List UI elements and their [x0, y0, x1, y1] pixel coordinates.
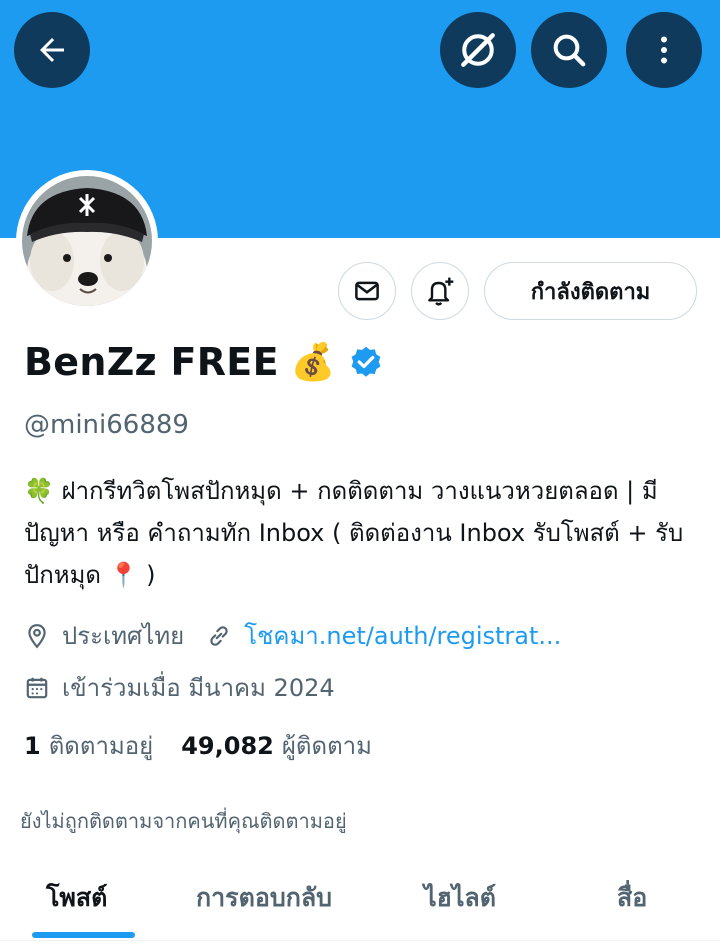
profile-bio: 🍀 ฝากรีทวิตโพสปักหมุด + กดติดตาม วางแนวห… — [24, 477, 684, 589]
profile-stats: 1 ติดตามอยู่ 49,082 ผู้ติดตาม — [24, 726, 372, 765]
active-tab-indicator — [32, 932, 135, 938]
followers-count: 49,082 — [181, 731, 274, 760]
profile-joined-row: เข้าร่วมเมื่อ มีนาคม 2024 — [24, 668, 335, 707]
followers-label: ผู้ติดตาม — [281, 732, 372, 760]
calendar-icon — [24, 675, 50, 701]
more-vertical-icon — [661, 36, 667, 64]
link-icon — [206, 623, 232, 649]
tab-highlights[interactable]: ไฮไลต์ — [424, 878, 496, 918]
back-arrow-icon — [40, 38, 64, 62]
back-button[interactable] — [14, 12, 90, 88]
notifications-button[interactable] — [411, 262, 469, 320]
search-icon — [553, 34, 586, 67]
display-name: BenZz FREE — [24, 340, 279, 384]
search-button[interactable] — [531, 12, 607, 88]
avatar[interactable] — [22, 176, 152, 306]
followers-stat[interactable]: 49,082 ผู้ติดตาม — [181, 726, 372, 765]
grok-button[interactable] — [440, 12, 516, 88]
message-button[interactable] — [338, 262, 396, 320]
grok-icon — [461, 33, 495, 67]
following-stat[interactable]: 1 ติดตามอยู่ — [24, 726, 153, 765]
money-bag-emoji: 💰 — [290, 342, 336, 383]
tab-replies[interactable]: การตอบกลับ — [196, 878, 332, 918]
following-label: ติดตามอยู่ — [48, 732, 154, 760]
verified-badge-icon[interactable] — [348, 344, 384, 380]
profile-website-link[interactable]: โชคมา.net/auth/registrat... — [244, 616, 561, 655]
more-options-button[interactable] — [626, 12, 702, 88]
profile-tabs: โพสต์ การตอบกลับ ไฮไลต์ สื่อ — [0, 860, 720, 941]
following-button[interactable]: กำลังติดตาม — [484, 262, 697, 320]
not-followed-note: ยังไม่ถูกติดตามจากคนที่คุณติดตามอยู่ — [20, 809, 347, 833]
profile-handle: @mini66889 — [24, 410, 189, 440]
profile-location: ประเทศไทย — [62, 622, 185, 650]
profile-joined-date: เข้าร่วมเมื่อ มีนาคม 2024 — [62, 674, 335, 702]
profile-name-row: BenZz FREE 💰 — [24, 340, 384, 384]
bell-plus-icon — [428, 277, 454, 306]
tab-media[interactable]: สื่อ — [617, 878, 647, 918]
profile-meta-row: ประเทศไทย โชคมา.net/auth/registrat... — [24, 616, 561, 655]
tab-posts[interactable]: โพสต์ — [46, 878, 107, 918]
avatar-frame — [16, 170, 158, 312]
location-icon — [24, 623, 50, 649]
following-count: 1 — [24, 731, 41, 760]
mail-icon — [355, 281, 379, 301]
